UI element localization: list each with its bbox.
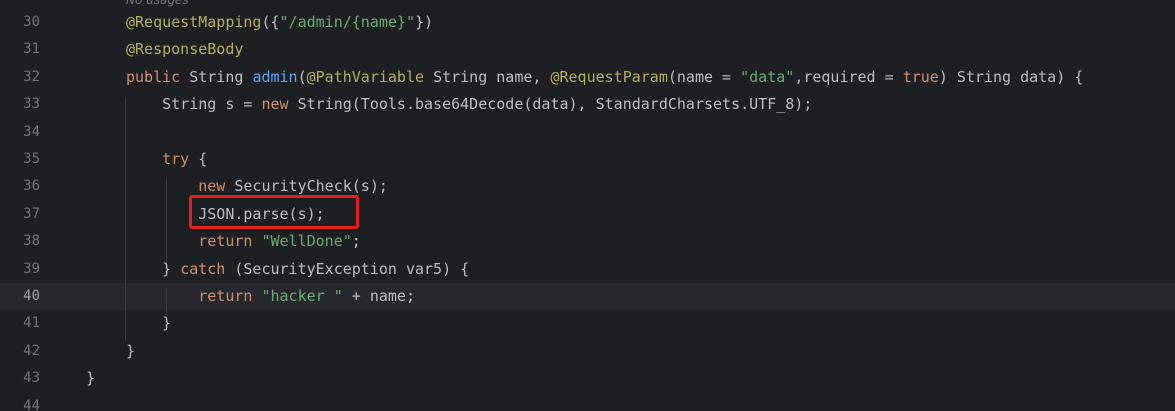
code-token: })	[415, 13, 434, 31]
code-token: ({	[261, 13, 280, 31]
code-token: try	[162, 150, 199, 168]
code-text: } catch (SecurityException var5) {	[126, 256, 469, 283]
code-token: "data"	[740, 67, 795, 86]
code-token: ) String data) {	[938, 67, 1084, 86]
line-number: 42	[23, 342, 40, 359]
line-number: 37	[23, 205, 40, 222]
code-token: }	[126, 341, 136, 360]
code-line[interactable]: 39 } catch (SecurityException var5) {	[0, 256, 1175, 283]
line-number: 32	[23, 68, 40, 85]
line-number: 40	[23, 288, 40, 304]
code-token: );	[794, 95, 813, 114]
code-token: @RequestMapping	[126, 13, 262, 31]
highlight-annotation-box	[189, 195, 359, 229]
line-number: 41	[23, 315, 40, 332]
code-line[interactable]: 36 new SecurityCheck(s);	[0, 173, 1175, 200]
code-text: return "WellDone";	[126, 228, 361, 255]
code-token: catch	[180, 259, 235, 278]
code-line[interactable]: 31 @ResponseBody	[0, 36, 1175, 63]
code-editor[interactable]: No usages 30 @RequestMapping({"/admin/{na…	[0, 0, 1175, 411]
code-line[interactable]: 38 return "WellDone";	[0, 228, 1175, 255]
code-token: @PathVariable	[306, 67, 434, 86]
code-token: {	[198, 150, 208, 168]
code-token: @ResponseBody	[126, 40, 244, 59]
code-token: new	[198, 177, 235, 196]
code-token: "/admin/{name}"	[279, 13, 415, 31]
code-text: public String admin(@PathVariable String…	[126, 64, 1083, 91]
code-line[interactable]: 43}	[0, 365, 1175, 392]
code-token: String	[189, 67, 253, 86]
code-token: String(Tools.base64Decode(data), Standar…	[297, 95, 750, 114]
code-token: String name,	[433, 67, 551, 86]
line-number: 34	[23, 123, 40, 140]
code-token: new	[261, 95, 298, 114]
code-token: return	[198, 287, 262, 305]
line-number: 43	[23, 370, 40, 387]
code-line[interactable]: 44	[0, 393, 1175, 411]
code-token: public	[126, 67, 190, 86]
line-number: 44	[23, 397, 40, 411]
line-number: 30	[23, 14, 40, 30]
code-text: }	[86, 365, 95, 392]
code-token: }	[86, 369, 96, 388]
code-token: (SecurityException var5) {	[234, 259, 470, 278]
line-number: 31	[23, 41, 40, 58]
indent-guide	[166, 178, 167, 260]
code-token: SecurityCheck(s);	[234, 177, 388, 196]
code-token: String s =	[126, 95, 262, 114]
code-token: ,required =	[794, 67, 903, 86]
code-line[interactable]: 41 }	[0, 310, 1175, 337]
code-token: "WellDone"	[261, 232, 352, 251]
code-token: }	[126, 314, 172, 333]
code-token: (name =	[667, 67, 741, 86]
line-number: 35	[23, 151, 40, 167]
line-number: 33	[23, 96, 40, 113]
code-line[interactable]: 40 return "hacker " + name;	[0, 283, 1175, 311]
code-text: @RequestMapping({"/admin/{name}"})	[126, 9, 433, 36]
code-text: }	[126, 338, 135, 365]
code-token: admin	[252, 67, 298, 86]
code-text: }	[126, 310, 171, 337]
code-token: ;	[351, 232, 361, 251]
code-line[interactable]: 35 try {	[0, 146, 1175, 173]
code-line[interactable]: 33 String s = new String(Tools.base64Dec…	[0, 91, 1175, 118]
code-token: return	[198, 232, 262, 251]
code-text: String s = new String(Tools.base64Decode…	[126, 91, 812, 118]
code-token: }	[126, 259, 181, 278]
line-number: 36	[23, 178, 40, 195]
code-token: true	[902, 67, 939, 86]
code-token: UTF_8	[749, 95, 795, 114]
code-token: @RequestParam	[550, 67, 668, 86]
code-token: "hacker "	[261, 287, 343, 305]
line-number: 38	[23, 233, 40, 250]
code-line[interactable]: 32 public String admin(@PathVariable Stri…	[0, 64, 1175, 91]
line-number: 39	[23, 260, 40, 277]
code-text: @ResponseBody	[126, 36, 243, 63]
indent-guide	[125, 97, 126, 341]
code-line[interactable]: 34	[0, 119, 1175, 146]
code-line[interactable]: 30 @RequestMapping({"/admin/{name}"})	[0, 9, 1175, 36]
code-token: + name;	[342, 287, 415, 305]
code-text: try {	[126, 146, 207, 173]
code-token: (	[297, 67, 307, 86]
code-line[interactable]: 42}	[0, 338, 1175, 365]
code-text: return "hacker " + name;	[126, 283, 415, 310]
indent-guide	[166, 288, 167, 315]
code-line[interactable]: 37 JSON.parse(s);	[0, 201, 1175, 228]
